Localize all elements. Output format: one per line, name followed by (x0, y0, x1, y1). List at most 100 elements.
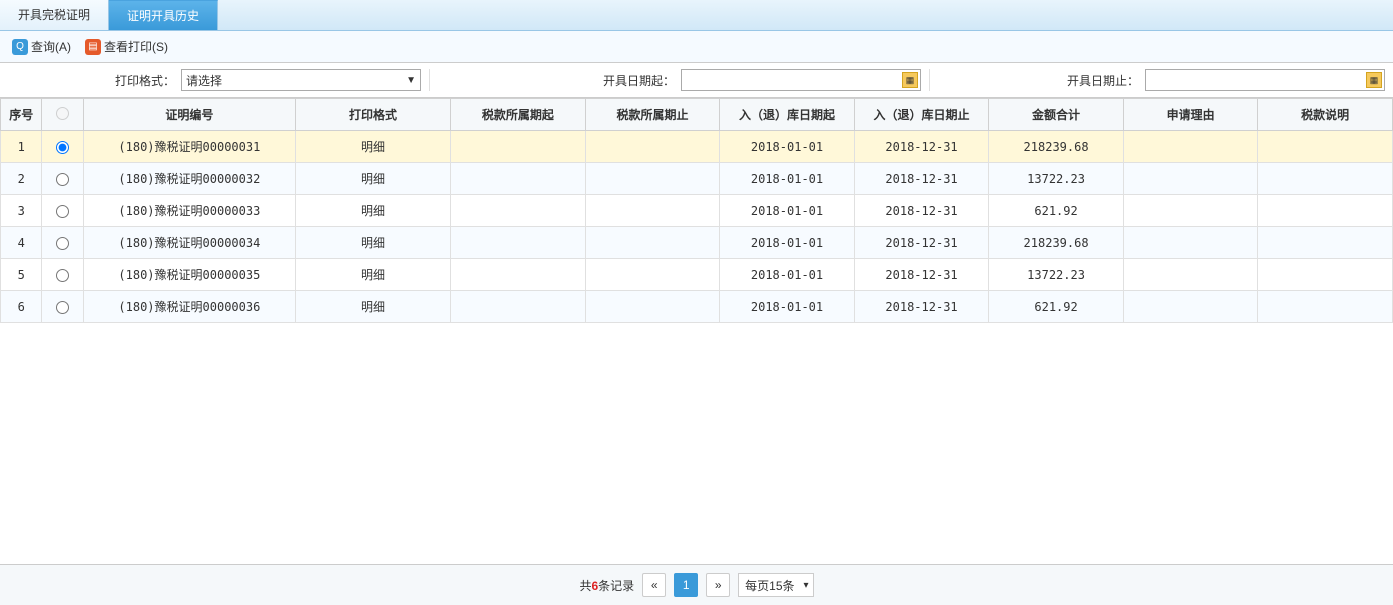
cell-select (42, 291, 83, 323)
cell-pto (585, 227, 720, 259)
query-button[interactable]: Q 查询(A) (8, 36, 75, 57)
cell-dfrom: 2018-01-01 (720, 227, 855, 259)
cell-pfrom (451, 195, 586, 227)
chevron-down-icon: ▼ (406, 75, 416, 86)
table-row[interactable]: 3 (180)豫税证明00000033 明细 2018-01-01 2018-1… (1, 195, 1393, 227)
row-radio[interactable] (56, 141, 69, 154)
cell-fmt: 明细 (295, 227, 450, 259)
cell-cert-no: (180)豫税证明00000034 (83, 227, 295, 259)
cell-pfrom (451, 131, 586, 163)
cell-fmt: 明细 (295, 291, 450, 323)
cell-reason (1123, 195, 1258, 227)
table-row[interactable]: 2 (180)豫税证明00000032 明细 2018-01-01 2018-1… (1, 163, 1393, 195)
cell-pfrom (451, 291, 586, 323)
col-amount: 金额合计 (989, 99, 1124, 131)
cell-desc (1258, 195, 1393, 227)
cell-select (42, 131, 83, 163)
table-header-row: 序号 证明编号 打印格式 税款所属期起 税款所属期止 入（退）库日期起 入（退）… (1, 99, 1393, 131)
page-size-select[interactable]: 每页15条 (738, 573, 813, 597)
col-tax-period-from: 税款所属期起 (451, 99, 586, 131)
cell-idx: 6 (1, 291, 42, 323)
tab-cert-history[interactable]: 证明开具历史 (109, 0, 218, 30)
table-row[interactable]: 1 (180)豫税证明00000031 明细 2018-01-01 2018-1… (1, 131, 1393, 163)
cell-desc (1258, 259, 1393, 291)
table-row[interactable]: 4 (180)豫税证明00000034 明细 2018-01-01 2018-1… (1, 227, 1393, 259)
cell-cert-no: (180)豫税证明00000032 (83, 163, 295, 195)
cell-fmt: 明细 (295, 163, 450, 195)
date-to-input[interactable]: ▦ (1145, 69, 1385, 91)
page-info: 共6条记录 (579, 577, 634, 594)
col-print-fmt: 打印格式 (295, 99, 450, 131)
cell-idx: 2 (1, 163, 42, 195)
cell-amt: 218239.68 (989, 227, 1124, 259)
view-print-button[interactable]: ▤ 查看打印(S) (81, 36, 172, 57)
cell-reason (1123, 291, 1258, 323)
cell-dto: 2018-12-31 (854, 131, 989, 163)
cell-pto (585, 195, 720, 227)
cell-select (42, 227, 83, 259)
col-tax-period-to: 税款所属期止 (585, 99, 720, 131)
col-in-date-from: 入（退）库日期起 (720, 99, 855, 131)
col-select (42, 99, 83, 131)
prev-page-button[interactable]: « (642, 573, 666, 597)
cell-cert-no: (180)豫税证明00000033 (83, 195, 295, 227)
cell-select (42, 195, 83, 227)
cell-dto: 2018-12-31 (854, 163, 989, 195)
cell-dfrom: 2018-01-01 (720, 163, 855, 195)
filter-bar: 打印格式： 请选择 ▼ 开具日期起： ▦ 开具日期止： ▦ (0, 63, 1393, 98)
cell-amt: 13722.23 (989, 163, 1124, 195)
search-icon: Q (12, 39, 28, 55)
cell-pto (585, 131, 720, 163)
table-row[interactable]: 5 (180)豫税证明00000035 明细 2018-01-01 2018-1… (1, 259, 1393, 291)
print-format-select[interactable]: 请选择 ▼ (181, 69, 421, 91)
select-all-radio[interactable] (56, 107, 69, 120)
tab-bar: 开具完税证明 证明开具历史 (0, 0, 1393, 31)
row-radio[interactable] (56, 269, 69, 282)
row-radio[interactable] (56, 301, 69, 314)
cell-pfrom (451, 163, 586, 195)
tab-issue-cert[interactable]: 开具完税证明 (0, 0, 109, 30)
cell-dto: 2018-12-31 (854, 291, 989, 323)
cell-dto: 2018-12-31 (854, 259, 989, 291)
print-format-label: 打印格式： (115, 72, 175, 89)
cell-amt: 621.92 (989, 195, 1124, 227)
col-reason: 申请理由 (1123, 99, 1258, 131)
cell-reason (1123, 163, 1258, 195)
cell-desc (1258, 131, 1393, 163)
next-page-button[interactable]: » (706, 573, 730, 597)
print-label: 查看打印(S) (104, 38, 168, 55)
cell-amt: 13722.23 (989, 259, 1124, 291)
row-radio[interactable] (56, 205, 69, 218)
print-icon: ▤ (85, 39, 101, 55)
col-in-date-to: 入（退）库日期止 (854, 99, 989, 131)
cell-dfrom: 2018-01-01 (720, 195, 855, 227)
data-table: 序号 证明编号 打印格式 税款所属期起 税款所属期止 入（退）库日期起 入（退）… (0, 98, 1393, 323)
col-tax-desc: 税款说明 (1258, 99, 1393, 131)
cell-fmt: 明细 (295, 131, 450, 163)
cell-reason (1123, 131, 1258, 163)
cell-select (42, 163, 83, 195)
date-from-input[interactable]: ▦ (681, 69, 921, 91)
cell-idx: 4 (1, 227, 42, 259)
cell-cert-no: (180)豫税证明00000031 (83, 131, 295, 163)
cell-pto (585, 291, 720, 323)
cell-pfrom (451, 259, 586, 291)
cell-desc (1258, 291, 1393, 323)
cell-dfrom: 2018-01-01 (720, 291, 855, 323)
toolbar: Q 查询(A) ▤ 查看打印(S) (0, 31, 1393, 63)
cell-dto: 2018-12-31 (854, 227, 989, 259)
cell-reason (1123, 259, 1258, 291)
row-radio[interactable] (56, 237, 69, 250)
row-radio[interactable] (56, 173, 69, 186)
cell-fmt: 明细 (295, 259, 450, 291)
cell-idx: 3 (1, 195, 42, 227)
table-row[interactable]: 6 (180)豫税证明00000036 明细 2018-01-01 2018-1… (1, 291, 1393, 323)
calendar-icon: ▦ (1366, 72, 1382, 88)
cell-pto (585, 259, 720, 291)
print-format-value: 请选择 (186, 72, 222, 89)
cell-pfrom (451, 227, 586, 259)
cell-dfrom: 2018-01-01 (720, 259, 855, 291)
page-1-button[interactable]: 1 (674, 573, 698, 597)
cell-amt: 218239.68 (989, 131, 1124, 163)
cell-dfrom: 2018-01-01 (720, 131, 855, 163)
